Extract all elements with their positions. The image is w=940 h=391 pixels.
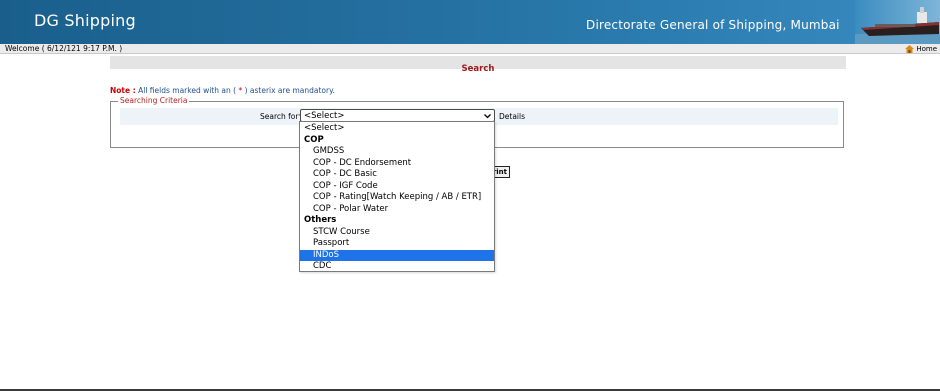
organization-name: Directorate General of Shipping, Mumbai	[586, 18, 840, 32]
home-link[interactable]: Home	[905, 44, 937, 54]
home-icon	[905, 45, 915, 53]
ship-icon	[855, 0, 940, 44]
option-select[interactable]: <Select>	[300, 123, 494, 135]
page-title: Search	[461, 64, 495, 74]
option-cop-polar-water[interactable]: COP - Polar Water	[300, 204, 494, 216]
header-banner: DG Shipping Directorate General of Shipp…	[0, 0, 940, 44]
welcome-text: Welcome ( 6/12/121 9:17 P.M. )	[5, 44, 123, 53]
option-cop-rating[interactable]: COP - Rating[Watch Keeping / AB / ETR]	[300, 192, 494, 204]
brand-title: DG Shipping	[34, 11, 136, 30]
criteria-legend: Searching Criteria	[118, 96, 190, 106]
note-text-after: ) asterix are mandatory.	[244, 86, 335, 95]
details-label: Details	[499, 112, 526, 121]
page-title-bar: Search	[110, 56, 846, 74]
note-text-before: All fields marked with an (	[138, 86, 237, 95]
welcome-bar: Welcome ( 6/12/121 9:17 P.M. ) Home	[0, 44, 940, 54]
option-cdc[interactable]: CDC	[300, 261, 494, 273]
chevron-down-icon	[484, 114, 491, 119]
option-cop-igf-code[interactable]: COP - IGF Code	[300, 181, 494, 193]
option-passport[interactable]: Passport	[300, 238, 494, 250]
option-cop-dc-endorsement[interactable]: COP - DC Endorsement	[300, 158, 494, 170]
home-label: Home	[916, 45, 937, 53]
optgroup-others: Others	[304, 215, 337, 225]
option-gmdss[interactable]: GMDSS	[300, 146, 494, 158]
select-current-value: <Select>	[304, 111, 345, 121]
option-indos[interactable]: INDoS	[300, 249, 494, 261]
note-star: *	[238, 86, 243, 95]
option-cop-dc-basic[interactable]: COP - DC Basic	[300, 169, 494, 181]
note-label: Note :	[110, 86, 136, 95]
optgroup-cop: COP	[304, 134, 324, 145]
option-stcw-course[interactable]: STCW Course	[300, 227, 494, 239]
mandatory-note: Note : All fields marked with an ( * ) a…	[110, 86, 335, 95]
search-for-dropdown[interactable]: <Select> COP GMDSS COP - DC Endorsement …	[299, 121, 495, 272]
search-for-text: Search for	[260, 112, 299, 121]
